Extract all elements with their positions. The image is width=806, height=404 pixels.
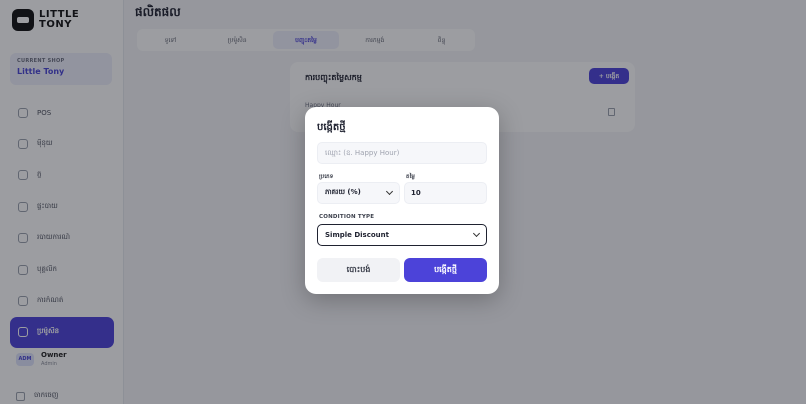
condition-type-select[interactable]: Simple Discount bbox=[317, 224, 487, 246]
cancel-button[interactable]: បោះបង់ bbox=[317, 258, 400, 282]
type-select-value: ភាគរយ (%) bbox=[325, 188, 361, 196]
value-label: តម្លៃ bbox=[406, 174, 416, 180]
condition-type-value: Simple Discount bbox=[325, 231, 389, 239]
chevron-down-icon bbox=[472, 229, 481, 238]
condition-type-label: CONDITION TYPE bbox=[319, 214, 375, 220]
create-discount-dialog: បង្កើតថ្មី ប្រភេទ តម្លៃ ភាគរយ (%) CONDIT… bbox=[305, 107, 499, 294]
dialog-title: បង្កើតថ្មី bbox=[317, 122, 346, 133]
value-input[interactable] bbox=[404, 182, 487, 204]
create-button[interactable]: បង្កើតថ្មី bbox=[404, 258, 487, 282]
chevron-down-icon bbox=[385, 187, 394, 196]
type-label: ប្រភេទ bbox=[319, 174, 334, 180]
type-select[interactable]: ភាគរយ (%) bbox=[317, 182, 400, 204]
discount-name-input[interactable] bbox=[317, 142, 487, 164]
